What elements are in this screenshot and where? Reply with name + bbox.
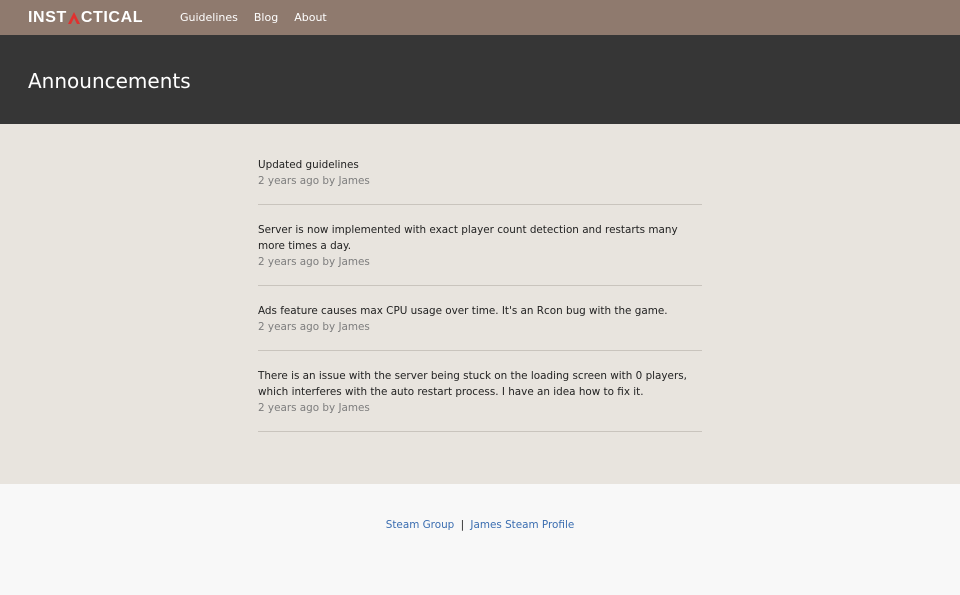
nav-link-blog[interactable]: Blog [254,0,278,35]
footer-separator: | [460,519,465,531]
announcement-item: Server is now implemented with exact pla… [258,222,702,286]
logo-arrow-icon [67,12,80,24]
announcement-meta: 2 years ago by James [258,321,370,333]
announcement-item: Updated guidelines 2 years ago by James [258,157,702,205]
steam-group-link[interactable]: Steam Group [386,519,455,531]
page-footer: Steam Group | James Steam Profile [0,484,960,595]
logo-text-left: INST [28,9,67,26]
site-logo[interactable]: INST CTICAL [28,9,143,27]
james-steam-profile-link[interactable]: James Steam Profile [470,519,574,531]
announcement-meta: 2 years ago by James [258,256,370,268]
announcement-item: Ads feature causes max CPU usage over ti… [258,303,702,351]
nav-link-about[interactable]: About [294,0,327,35]
nav-link-guidelines[interactable]: Guidelines [180,0,238,35]
main-content: Updated guidelines 2 years ago by James … [0,124,960,484]
footer-links: Steam Group | James Steam Profile [0,517,960,533]
announcement-title[interactable]: There is an issue with the server being … [258,368,702,400]
announcement-title[interactable]: Server is now implemented with exact pla… [258,222,702,254]
main-nav: Guidelines Blog About [180,0,343,35]
hero-banner: Announcements [0,35,960,124]
page-title: Announcements [28,69,191,93]
logo-text-right: CTICAL [80,9,144,26]
announcement-item: There is an issue with the server being … [258,368,702,432]
announcement-meta: 2 years ago by James [258,402,370,414]
announcement-list: Updated guidelines 2 years ago by James … [258,157,702,449]
announcement-title[interactable]: Ads feature causes max CPU usage over ti… [258,303,702,319]
announcement-meta: 2 years ago by James [258,175,370,187]
announcement-title[interactable]: Updated guidelines [258,157,702,173]
top-navbar: INST CTICAL Guidelines Blog About [0,0,960,35]
